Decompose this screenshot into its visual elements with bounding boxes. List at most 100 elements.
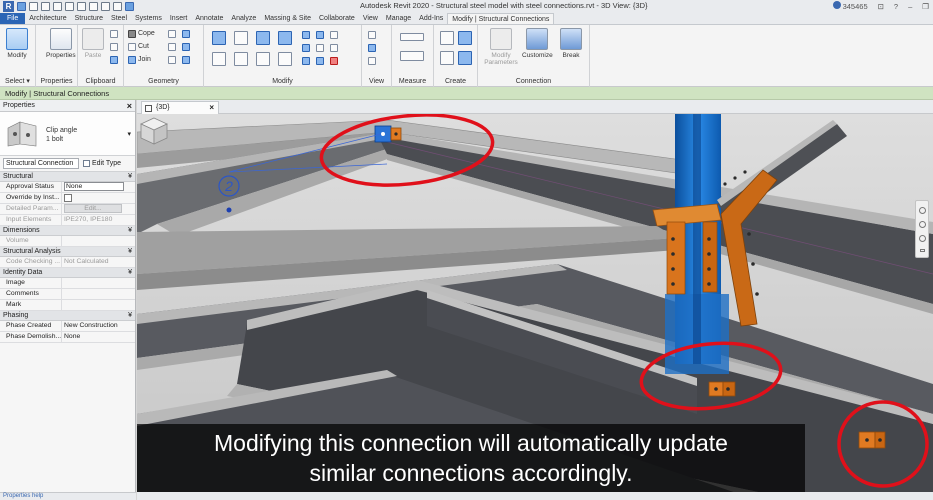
tab-architecture[interactable]: Architecture (25, 13, 70, 24)
create-group-icon[interactable] (440, 51, 454, 65)
join-icon[interactable] (128, 56, 136, 64)
trim-extend-icon[interactable] (278, 52, 292, 66)
open-icon[interactable] (17, 2, 26, 11)
cope-label[interactable]: Cope (138, 30, 155, 37)
close-icon[interactable]: × (127, 101, 132, 111)
close-icon[interactable]: × (209, 102, 214, 114)
cut-icon[interactable] (110, 30, 118, 38)
create-parts-icon[interactable] (458, 31, 472, 45)
delete-icon[interactable] (330, 57, 338, 65)
customize-button[interactable]: Customize (522, 28, 553, 59)
switch-windows-icon[interactable] (125, 2, 134, 11)
tab-add-ins[interactable]: Add-Ins (415, 13, 447, 24)
user-account[interactable]: 345465 (832, 1, 868, 11)
cut-geometry-label[interactable]: Cut (138, 43, 149, 50)
break-button[interactable]: Break (560, 28, 582, 59)
property-value[interactable]: New Construction (62, 321, 135, 331)
unpin-icon[interactable] (316, 57, 324, 65)
wall-joins-icon[interactable] (168, 30, 176, 38)
split-face-icon[interactable] (182, 30, 190, 38)
split-gap-icon[interactable] (316, 31, 324, 39)
tab-massing-site[interactable]: Massing & Site (260, 13, 315, 24)
chevron-down-icon[interactable]: ▾ (127, 130, 131, 138)
array-icon[interactable] (330, 31, 338, 39)
pin-icon[interactable] (302, 57, 310, 65)
3d-view-icon[interactable] (113, 2, 122, 11)
trim-icon[interactable] (316, 44, 324, 52)
group-structural[interactable]: Structural ¥ (0, 172, 135, 182)
property-value[interactable] (62, 289, 135, 299)
modify-button[interactable]: Modify (6, 28, 28, 59)
tab-systems[interactable]: Systems (131, 13, 166, 24)
tab-structure[interactable]: Structure (71, 13, 107, 24)
restore-icon[interactable]: ❐ (922, 2, 929, 11)
text-icon[interactable] (101, 2, 110, 11)
revit-logo-icon[interactable]: R (3, 1, 14, 12)
measure-icon[interactable] (89, 2, 98, 11)
redo-icon[interactable] (65, 2, 74, 11)
property-value[interactable] (62, 278, 135, 288)
select-panel-label[interactable]: Select ▾ (0, 77, 35, 85)
property-value[interactable] (62, 300, 135, 310)
rotate-icon[interactable] (256, 52, 270, 66)
approval-status-field[interactable]: None (64, 182, 124, 191)
undo-icon[interactable] (53, 2, 62, 11)
join-label[interactable]: Join (138, 56, 151, 63)
unjoin-icon[interactable] (182, 56, 190, 64)
align-icon[interactable] (212, 31, 226, 45)
properties-help-link[interactable]: Properties help (0, 492, 136, 500)
cut-geometry-icon[interactable] (128, 43, 136, 51)
mirror-axis-icon[interactable] (256, 31, 270, 45)
minimize-icon[interactable]: – (908, 2, 912, 11)
tag-grip-icon[interactable] (226, 207, 232, 213)
group-structural-analysis[interactable]: Structural Analysis ¥ (0, 247, 135, 257)
edit-type-button[interactable]: Edit Type (83, 160, 121, 167)
property-value[interactable]: None (62, 332, 135, 342)
cope-icon[interactable] (128, 30, 136, 38)
edit-detailed-params-button[interactable]: Edit... (64, 204, 122, 213)
override-graphics-icon[interactable] (368, 44, 376, 52)
hide-icon[interactable] (368, 31, 376, 39)
copy-element-icon[interactable] (234, 52, 248, 66)
override-checkbox[interactable] (64, 194, 72, 202)
move-icon[interactable] (212, 52, 226, 66)
tab-file[interactable]: File (0, 13, 26, 24)
sync-icon[interactable] (41, 2, 50, 11)
print-icon[interactable] (77, 2, 86, 11)
mirror-draw-icon[interactable] (278, 31, 292, 45)
instance-selector[interactable]: Structural Connection (3, 158, 79, 169)
create-assembly-icon[interactable] (440, 31, 454, 45)
help-icon[interactable]: ? (894, 2, 898, 11)
orbit-icon[interactable] (919, 235, 926, 242)
scale-icon[interactable] (302, 44, 310, 52)
measure-icon[interactable] (400, 33, 424, 41)
dimension-icon[interactable] (400, 51, 424, 61)
tab-insert[interactable]: Insert (166, 13, 192, 24)
beam-join-icon[interactable] (168, 43, 176, 51)
chevron-down-icon[interactable] (920, 249, 925, 252)
property-value[interactable]: None (62, 182, 135, 192)
steering-wheel-icon[interactable] (919, 207, 926, 214)
properties-button[interactable]: Properties (46, 28, 76, 59)
split-element-icon[interactable] (302, 31, 310, 39)
save-icon[interactable] (29, 2, 38, 11)
group-dimensions[interactable]: Dimensions ¥ (0, 226, 135, 236)
tab-modify-structural-connections[interactable]: Modify | Structural Connections (447, 13, 555, 24)
type-selector[interactable]: Clip angle 1 bolt ▾ (0, 112, 135, 156)
extend-icon[interactable] (330, 44, 338, 52)
view-cube[interactable] (137, 114, 171, 148)
tab-collaborate[interactable]: Collaborate (315, 13, 359, 24)
paint-icon[interactable] (182, 43, 190, 51)
cart-icon[interactable]: ⊡ (878, 2, 884, 11)
match-type-icon[interactable] (110, 56, 118, 64)
tab-steel[interactable]: Steel (107, 13, 131, 24)
group-identity-data[interactable]: Identity Data ¥ (0, 268, 135, 278)
modify-parameters-button[interactable]: Modify Parameters (484, 28, 518, 66)
view-tab-3d[interactable]: {3D} × (141, 101, 219, 114)
tab-manage[interactable]: Manage (382, 13, 415, 24)
offset-icon[interactable] (234, 31, 248, 45)
zoom-icon[interactable] (919, 221, 926, 228)
group-phasing[interactable]: Phasing ¥ (0, 311, 135, 321)
tab-view[interactable]: View (359, 13, 382, 24)
copy-icon[interactable] (110, 43, 118, 51)
